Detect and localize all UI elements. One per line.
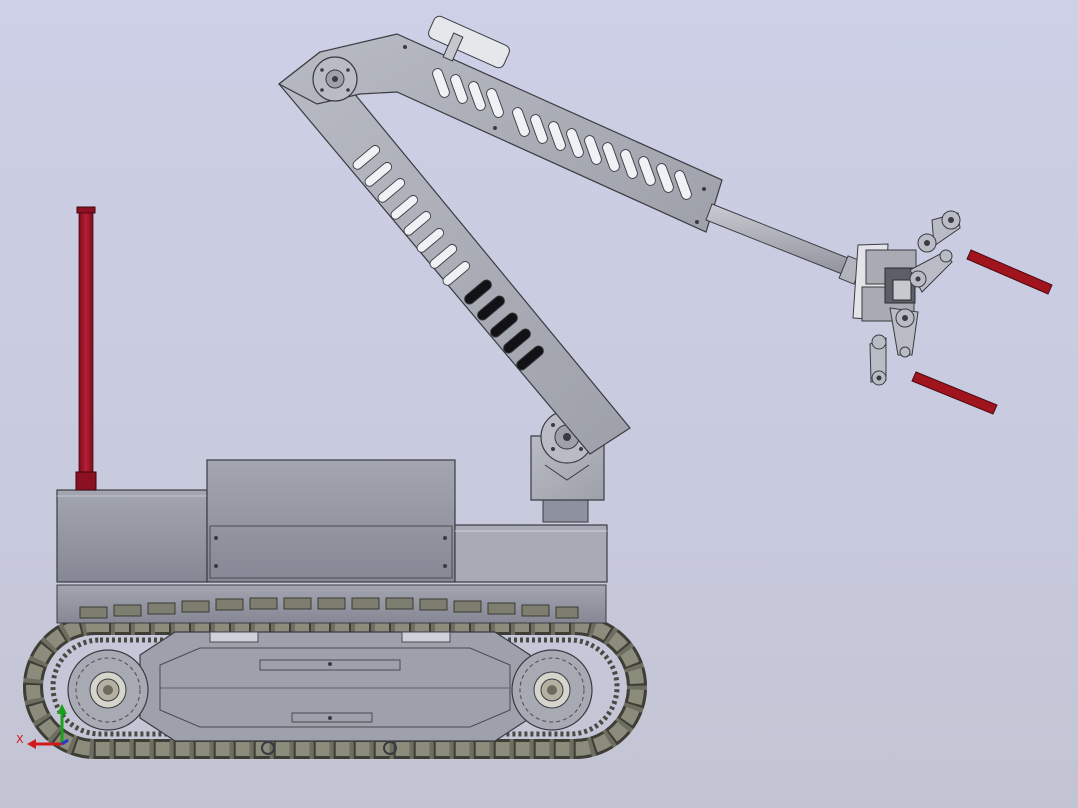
- control-box: [56, 489, 208, 583]
- drive-sprocket: [67, 649, 149, 731]
- gripper: [852, 210, 961, 386]
- telescopic-rod: [705, 203, 864, 285]
- antenna: [75, 206, 97, 491]
- robot-model[interactable]: [0, 0, 1078, 808]
- x-axis-label: X: [16, 733, 24, 746]
- idler-wheel: [511, 649, 593, 731]
- cad-viewport[interactable]: X: [0, 0, 1078, 808]
